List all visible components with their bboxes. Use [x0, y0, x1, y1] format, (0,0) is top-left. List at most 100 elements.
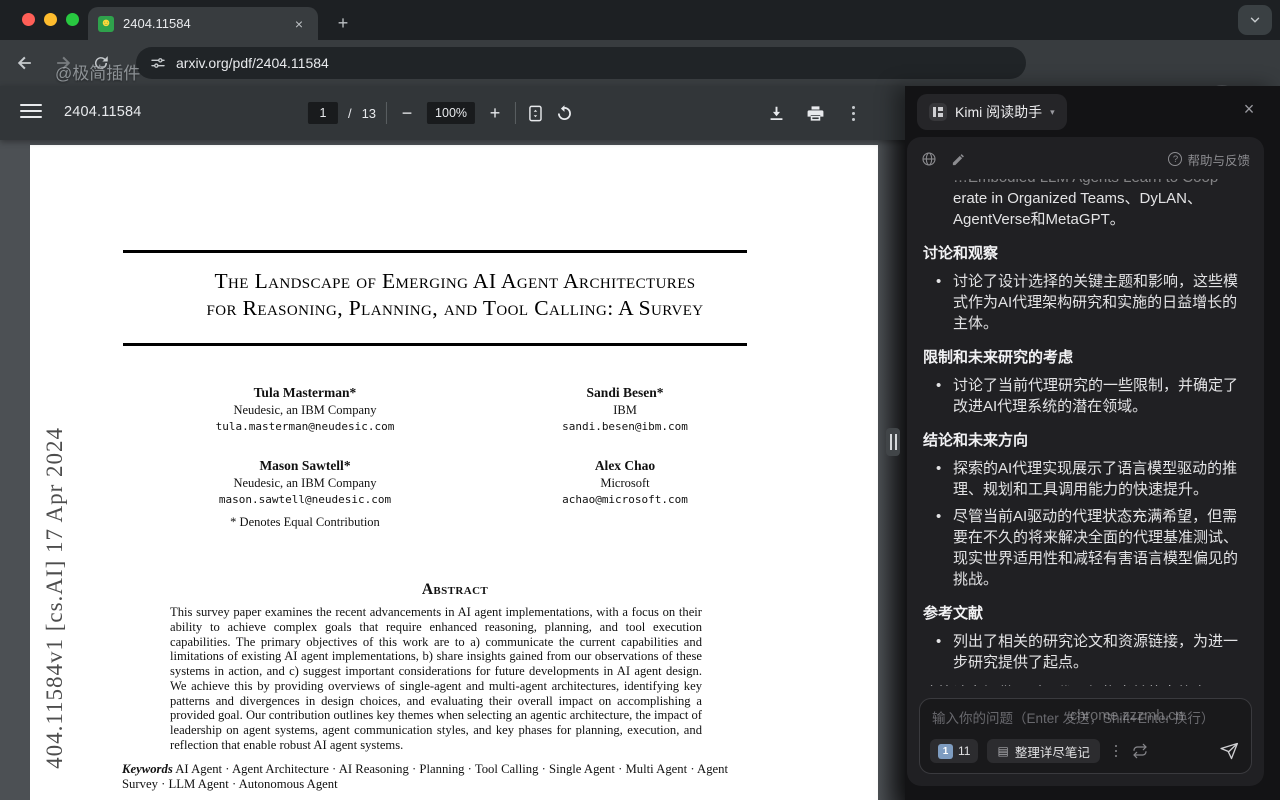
- organize-notes-button[interactable]: ▤ 整理详尽笔记: [987, 739, 1099, 763]
- pdf-toolbar-separator: [515, 102, 516, 124]
- author-name: Sandi Besen*: [470, 385, 780, 401]
- author-name: Tula Masterman*: [140, 385, 470, 401]
- back-arrow-icon: [15, 53, 35, 73]
- edit-pencil-icon[interactable]: [951, 152, 966, 167]
- pdf-more-menu-button[interactable]: [845, 106, 861, 121]
- notes-count-badge[interactable]: 1 11: [930, 739, 978, 763]
- author-affiliation: Neudesic, an IBM Company: [140, 476, 470, 491]
- notes-count: 11: [958, 744, 970, 758]
- page-number-input[interactable]: 1: [308, 102, 338, 124]
- url-text[interactable]: arxiv.org/pdf/2404.11584: [176, 55, 329, 71]
- panel-edge-shadow: [877, 140, 905, 800]
- tab-strip: ☻ 2404.11584 × +: [0, 0, 1280, 40]
- print-icon[interactable]: [806, 104, 825, 123]
- help-feedback-link[interactable]: ? 帮助与反馈: [1168, 150, 1250, 169]
- panel-resize-handle[interactable]: [886, 428, 900, 456]
- keywords-label: Keywords: [122, 762, 173, 776]
- kimi-card-toolbar: ? 帮助与反馈: [921, 147, 1250, 171]
- paper-title-line2: for Reasoning, Planning, and Tool Callin…: [90, 296, 820, 321]
- help-feedback-label: 帮助与反馈: [1187, 150, 1250, 169]
- author-block: Tula Masterman*Neudesic, an IBM Companyt…: [140, 385, 470, 433]
- notes-icon: ▤: [997, 744, 1008, 758]
- pdf-viewport[interactable]: 404.11584v1 [cs.AI] 17 Apr 2024 The Land…: [0, 140, 905, 800]
- browser-window: ☻ 2404.11584 × +: [0, 0, 1280, 800]
- organize-notes-label: 整理详尽笔记: [1015, 742, 1090, 761]
- tab-favicon-icon: ☻: [98, 16, 114, 32]
- fit-to-page-icon[interactable]: [526, 104, 545, 123]
- send-icon[interactable]: [1219, 741, 1239, 761]
- keywords-line: Keywords AI Agent · Agent Architecture ·…: [122, 762, 748, 792]
- active-tab[interactable]: ☻ 2404.11584 ×: [88, 7, 318, 40]
- kimi-bullet-item: 尽管当前AI驱动的代理状态充满希望，但需要在不久的将来解决全面的代理基准测试、现…: [923, 506, 1250, 590]
- kimi-panel-title: Kimi 阅读助手: [955, 102, 1042, 122]
- kimi-summary-card: ? 帮助与反馈 …Embodied LLM Agents Learn to Co…: [907, 137, 1264, 786]
- author-block: Alex ChaoMicrosoftachao@microsoft.com: [470, 458, 780, 506]
- authors-grid: Tula Masterman* Neudesic, an IBM Company t…: [140, 385, 780, 506]
- title-rule-top: [123, 250, 747, 253]
- kimi-app-selector[interactable]: Kimi 阅读助手 ▾: [917, 94, 1067, 130]
- language-globe-icon[interactable]: [921, 151, 937, 167]
- kimi-section-heading: 讨论和观察: [923, 243, 1250, 264]
- kimi-input-actions: 1 11 ▤ 整理详尽笔记: [930, 738, 1239, 764]
- kimi-section-heading: 结论和未来方向: [923, 430, 1250, 451]
- author-affiliation: IBM: [470, 403, 780, 418]
- pdf-page-controls: 1 / 13 − 100% +: [308, 86, 574, 140]
- regenerate-icon[interactable]: [1132, 743, 1148, 759]
- pdf-document-title: 2404.11584: [64, 104, 142, 120]
- new-tab-button[interactable]: +: [330, 10, 356, 36]
- tab-title: 2404.11584: [123, 16, 281, 31]
- author-block: Mason Sawtell* Neudesic, an IBM Company ma…: [140, 458, 470, 506]
- kimi-bullet-item: 列出了相关的研究论文和资源链接，为进一步研究提供了起点。: [923, 631, 1250, 673]
- download-icon[interactable]: [767, 104, 786, 123]
- title-rule-bottom: [123, 343, 747, 346]
- help-circle-icon: ?: [1168, 152, 1182, 166]
- maximize-window-button[interactable]: [66, 13, 79, 26]
- author-block: Sandi Besen*IBMsandi.besen@ibm.com: [470, 385, 780, 433]
- keywords-text: AI Agent · Agent Architecture · AI Reaso…: [122, 762, 728, 791]
- kimi-section-heading: 参考文献: [923, 603, 1250, 624]
- zoom-level-input[interactable]: 100%: [427, 102, 475, 124]
- url-bar[interactable]: arxiv.org/pdf/2404.11584: [136, 47, 1026, 79]
- paper-title-line1: The Landscape of Emerging AI Agent Archi…: [90, 269, 820, 294]
- zoom-out-button[interactable]: −: [397, 103, 417, 124]
- pdf-page: 404.11584v1 [cs.AI] 17 Apr 2024 The Land…: [30, 145, 878, 800]
- back-button[interactable]: [12, 50, 38, 76]
- minimize-window-button[interactable]: [44, 13, 57, 26]
- abstract-text: This survey paper examines the recent ad…: [170, 605, 702, 753]
- reload-button[interactable]: [88, 50, 114, 76]
- kimi-bullet-item: 讨论了设计选择的关键主题和影响，这些模式作为AI代理架构研究和实施的日益增长的主…: [923, 271, 1250, 334]
- pdf-toolbar-separator: [386, 102, 387, 124]
- zoom-in-button[interactable]: +: [485, 103, 505, 124]
- forward-arrow-icon: [53, 53, 73, 73]
- kimi-continuation-line: erate in Organized Teams、DyLAN、AgentVers…: [923, 188, 1250, 230]
- author-email: tula.masterman@neudesic.com: [140, 420, 470, 433]
- kimi-clipped-line: …Embodied LLM Agents Learn to Coop-: [923, 179, 1250, 188]
- kimi-panel-header: Kimi 阅读助手 ▾ ×: [905, 86, 1280, 136]
- kimi-logo-icon: [929, 103, 947, 121]
- kimi-side-panel: Kimi 阅读助手 ▾ × ? 帮助与反馈 …Embodied LLM Agen…: [905, 86, 1280, 800]
- rotate-page-icon[interactable]: [555, 104, 574, 123]
- author-email: mason.sawtell@neudesic.com: [140, 493, 470, 506]
- reload-icon: [92, 54, 110, 72]
- pdf-action-icons: [767, 86, 861, 140]
- tab-close-icon[interactable]: ×: [290, 15, 308, 33]
- kimi-paragraph: 这篇论文提供了对AI代理架构当前状态的全面了解，并为构建现有代理架构或开发定制代…: [923, 683, 1250, 686]
- input-more-menu-button[interactable]: [1109, 745, 1123, 758]
- abstract-heading: Abstract: [90, 581, 820, 599]
- author-email: achao@microsoft.com: [470, 493, 780, 506]
- kimi-section-heading: 限制和未来研究的考虑: [923, 347, 1250, 368]
- page-total: 13: [362, 106, 376, 121]
- chevron-down-icon: ▾: [1050, 107, 1055, 118]
- author-name: Mason Sawtell*: [140, 458, 470, 474]
- kimi-bullet-item: 讨论了当前代理研究的一些限制，并确定了改进AI代理系统的潜在领域。: [923, 375, 1250, 417]
- tab-search-chevron-button[interactable]: [1238, 5, 1272, 35]
- site-settings-tune-icon[interactable]: [150, 55, 166, 71]
- panel-close-button[interactable]: ×: [1238, 98, 1260, 120]
- close-window-button[interactable]: [22, 13, 35, 26]
- arxiv-side-label: 404.11584v1 [cs.AI] 17 Apr 2024: [42, 427, 68, 769]
- question-input[interactable]: [932, 707, 1239, 729]
- kimi-input-box[interactable]: chrome.zzzmh.cn 1 11 ▤ 整理详尽笔记: [919, 698, 1252, 774]
- forward-button[interactable]: [50, 50, 76, 76]
- kimi-summary-content[interactable]: …Embodied LLM Agents Learn to Coop-erate…: [923, 179, 1250, 686]
- pdf-menu-icon[interactable]: [20, 104, 42, 118]
